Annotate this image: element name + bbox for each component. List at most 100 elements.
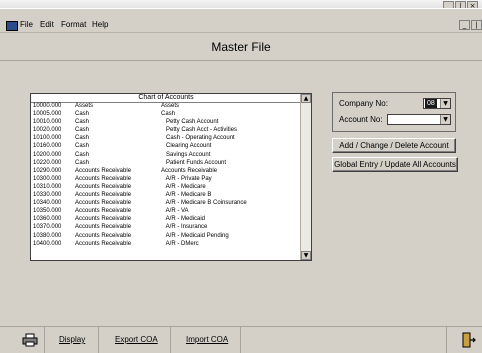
scroll-down-button[interactable]: ▼ [301,251,311,260]
account-number: 10020.000 [33,127,62,134]
child-minimize-button[interactable]: _ [459,20,470,30]
account-row[interactable]: 10340.000 Accounts Receivable A/R - Medic… [31,199,301,207]
toolbar-divider [170,327,171,353]
account-row[interactable]: 10000.000 Assets Assets [31,102,301,110]
account-description: Cash - Operating Account [161,135,235,142]
account-row[interactable]: 10220.000 Cash Patient Funds Account [31,159,301,167]
account-category: Cash [75,135,90,142]
toolbar-divider [240,327,241,353]
chevron-down-icon[interactable]: ▼ [440,99,450,108]
menu-help[interactable]: Help [92,18,108,32]
account-description: Patient Funds Account [161,159,227,166]
account-description: A/R - VA [161,208,189,215]
child-window-controls: _ ❘ [459,20,482,30]
menu-edit[interactable]: Edit [40,18,54,32]
account-description: A/R - DMerc [161,240,199,247]
menu-file[interactable]: File [20,18,33,32]
account-description: A/R - Medicare B [161,192,212,199]
menu-bar: File Edit Format Help _ ❘ [0,18,482,33]
account-category: Cash [75,143,90,150]
account-category: Accounts Receivable [75,200,132,207]
account-category: Cash [75,159,90,166]
account-no-label: Account No: [339,115,383,124]
account-category: Accounts Receivable [75,167,132,174]
account-row[interactable]: 10290.000 Accounts Receivable Accounts Rec… [31,167,301,175]
account-description: Assets [161,103,180,109]
account-description: Petty Cash Acct - Activities [161,127,238,134]
account-row[interactable]: 10370.000 Accounts Receivable A/R - Insur… [31,223,301,231]
account-category: Cash [75,151,90,158]
account-description: A/R - Insurance [161,224,208,231]
account-number: 10330.000 [33,192,62,199]
account-description: Clearing Account [161,143,212,150]
account-description: Accounts Receivable [161,167,218,174]
account-row[interactable]: 10160.000 Cash Clearing Account [31,142,301,150]
account-rows: 10000.000 Assets Assets 10005.000 Cash Cash 10… [31,102,301,260]
account-category: Accounts Receivable [75,183,132,190]
account-category: Cash [75,111,90,118]
account-row[interactable]: 10200.000 Cash Savings Account [31,151,301,159]
account-row[interactable]: 10300.000 Accounts Receivable A/R - Priva… [31,175,301,183]
account-category: Accounts Receivable [75,192,132,199]
chart-of-accounts-list[interactable]: Chart of Accounts 10000.000 Assets Assets 1… [30,93,312,261]
account-number: 10340.000 [33,200,62,207]
account-no-select[interactable]: ▼ [387,114,451,125]
account-number: 10350.000 [33,208,62,215]
menu-format[interactable]: Format [61,18,86,32]
account-row[interactable]: 10330.000 Accounts Receivable A/R - Medic… [31,191,301,199]
account-description: Cash [161,111,176,118]
account-description: Petty Cash Account [161,119,219,126]
account-number: 10005.000 [33,111,62,118]
import-coa-button[interactable]: Import COA [186,335,228,344]
account-row[interactable]: 10005.000 Cash Cash [31,110,301,118]
account-category: Accounts Receivable [75,224,132,231]
account-row[interactable]: 10310.000 Accounts Receivable A/R - Medic… [31,183,301,191]
toolbar-divider [446,327,447,353]
page-title: Master File [211,40,271,54]
app-icon[interactable] [6,21,18,31]
child-restore-button[interactable]: ❘ [471,20,482,30]
company-no-value: 08 [425,99,437,108]
account-description: A/R - Medicaid Pending [161,232,229,239]
account-number: 10000.000 [33,103,62,109]
chevron-down-icon[interactable]: ▼ [440,115,450,124]
list-scrollbar[interactable]: ▲ ▼ [300,94,311,260]
scroll-up-button[interactable]: ▲ [301,94,311,103]
account-number: 10010.000 [33,119,62,126]
account-category: Cash [75,127,90,134]
account-category: Accounts Receivable [75,208,132,215]
global-entry-update-button[interactable]: Global Entry / Update All Accounts [332,157,458,172]
company-no-select[interactable]: 08 ▼ [423,98,451,109]
display-button[interactable]: Display [59,335,85,344]
account-description: A/R - Private Pay [161,175,212,182]
toolbar-divider [98,327,99,353]
account-row[interactable]: 10380.000 Accounts Receivable A/R - Medic… [31,232,301,240]
printer-icon[interactable] [22,333,38,347]
title-divider [0,60,482,61]
account-description: A/R - Medicare B Coinsurance [161,200,247,207]
account-row[interactable]: 10350.000 Accounts Receivable A/R - VA [31,207,301,215]
account-category: Accounts Receivable [75,216,132,223]
add-change-delete-account-button[interactable]: Add / Change / Delete Account [332,138,456,153]
account-row[interactable]: 10360.000 Accounts Receivable A/R - Medic… [31,215,301,223]
bottom-toolbar: Display Export COA Import COA [0,326,482,353]
account-number: 10200.000 [33,151,62,158]
exit-door-icon[interactable] [462,332,476,348]
account-category: Accounts Receivable [75,232,132,239]
account-number: 10310.000 [33,183,62,190]
company-account-panel: Company No: 08 ▼ Account No: ▼ [332,92,456,132]
account-row[interactable]: 10400.000 Accounts Receivable A/R - DMerc [31,240,301,248]
account-number: 10160.000 [33,143,62,150]
account-number: 10300.000 [33,175,62,182]
account-category: Accounts Receivable [75,240,132,247]
account-description: Savings Account [161,151,211,158]
account-description: A/R - Medicare [161,183,206,190]
account-number: 10220.000 [33,159,62,166]
account-number: 10370.000 [33,224,62,231]
account-row[interactable]: 10010.000 Cash Petty Cash Account [31,118,301,126]
account-row[interactable]: 10020.000 Cash Petty Cash Acct - Activiti… [31,126,301,134]
account-row[interactable]: 10100.000 Cash Cash - Operating Account [31,134,301,142]
export-coa-button[interactable]: Export COA [115,335,158,344]
account-description: A/R - Medicaid [161,216,206,223]
company-no-label: Company No: [339,99,388,108]
